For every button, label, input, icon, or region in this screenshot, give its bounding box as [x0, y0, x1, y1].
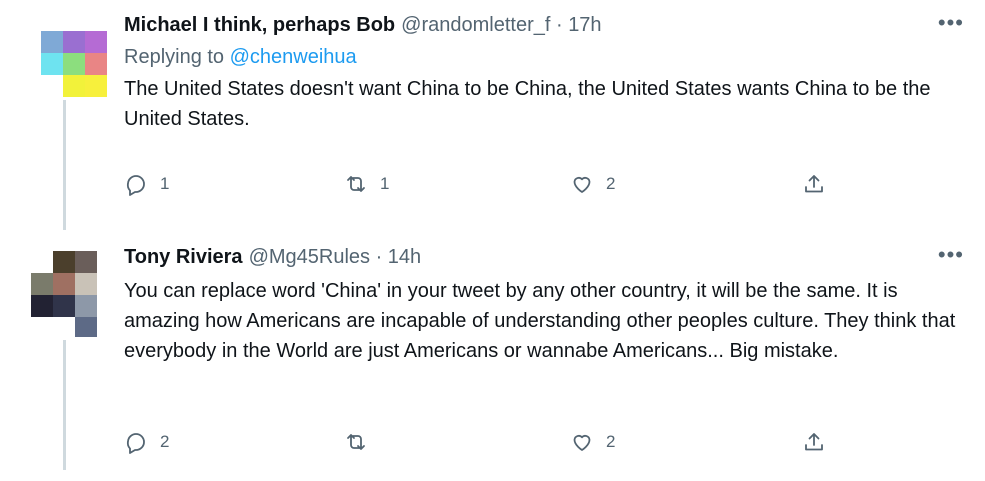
share-icon — [805, 433, 823, 451]
thread-line-top — [63, 100, 66, 230]
like-button[interactable]: 2 — [570, 172, 615, 196]
retweet-button[interactable]: 1 — [344, 172, 389, 196]
share-icon — [805, 175, 823, 193]
retweet-button[interactable] — [344, 430, 380, 454]
avatar[interactable] — [31, 251, 97, 317]
author-handle-time[interactable]: @randomletter_f · 17h — [401, 12, 601, 38]
replying-to-handle[interactable]: @chenweihua — [230, 46, 357, 68]
share-button[interactable] — [802, 430, 826, 454]
tweet-text: The United States doesn't want China to … — [124, 78, 931, 130]
avatar-overflow — [75, 317, 97, 337]
author-name[interactable]: Michael I think, perhaps Bob — [124, 12, 395, 38]
share-button[interactable] — [802, 172, 826, 196]
replying-to: Replying to @chenweihua — [124, 44, 964, 70]
like-icon — [573, 176, 591, 193]
tweet-text: You can replace word 'China' in your twe… — [124, 280, 956, 362]
like-icon — [573, 434, 591, 451]
reply-icon — [126, 175, 145, 196]
more-icon[interactable]: ••• — [938, 244, 964, 266]
thread-line-bottom — [63, 340, 66, 470]
like-button[interactable]: 2 — [570, 430, 615, 454]
author-name[interactable]: Tony Riviera — [124, 244, 243, 270]
more-icon[interactable]: ••• — [938, 12, 964, 34]
tweet-actions: 2 2 — [124, 430, 864, 460]
tweet[interactable]: Michael I think, perhaps Bob @randomlett… — [124, 12, 964, 134]
avatar[interactable] — [41, 31, 107, 97]
reply-button[interactable]: 1 — [124, 172, 169, 196]
reply-icon — [126, 433, 145, 454]
reply-count: 1 — [160, 174, 170, 193]
reply-count: 2 — [160, 432, 170, 451]
author-handle-time[interactable]: @Mg45Rules · 14h — [249, 244, 422, 270]
tweet-actions: 1 1 2 — [124, 172, 864, 202]
reply-button[interactable]: 2 — [124, 430, 169, 454]
tweet[interactable]: Tony Riviera @Mg45Rules · 14h ••• You ca… — [124, 244, 964, 366]
retweet-icon — [347, 176, 365, 192]
like-count: 2 — [606, 174, 616, 193]
retweet-count: 1 — [380, 174, 390, 193]
retweet-icon — [347, 434, 365, 450]
replying-to-label: Replying to — [124, 46, 230, 68]
like-count: 2 — [606, 432, 616, 451]
